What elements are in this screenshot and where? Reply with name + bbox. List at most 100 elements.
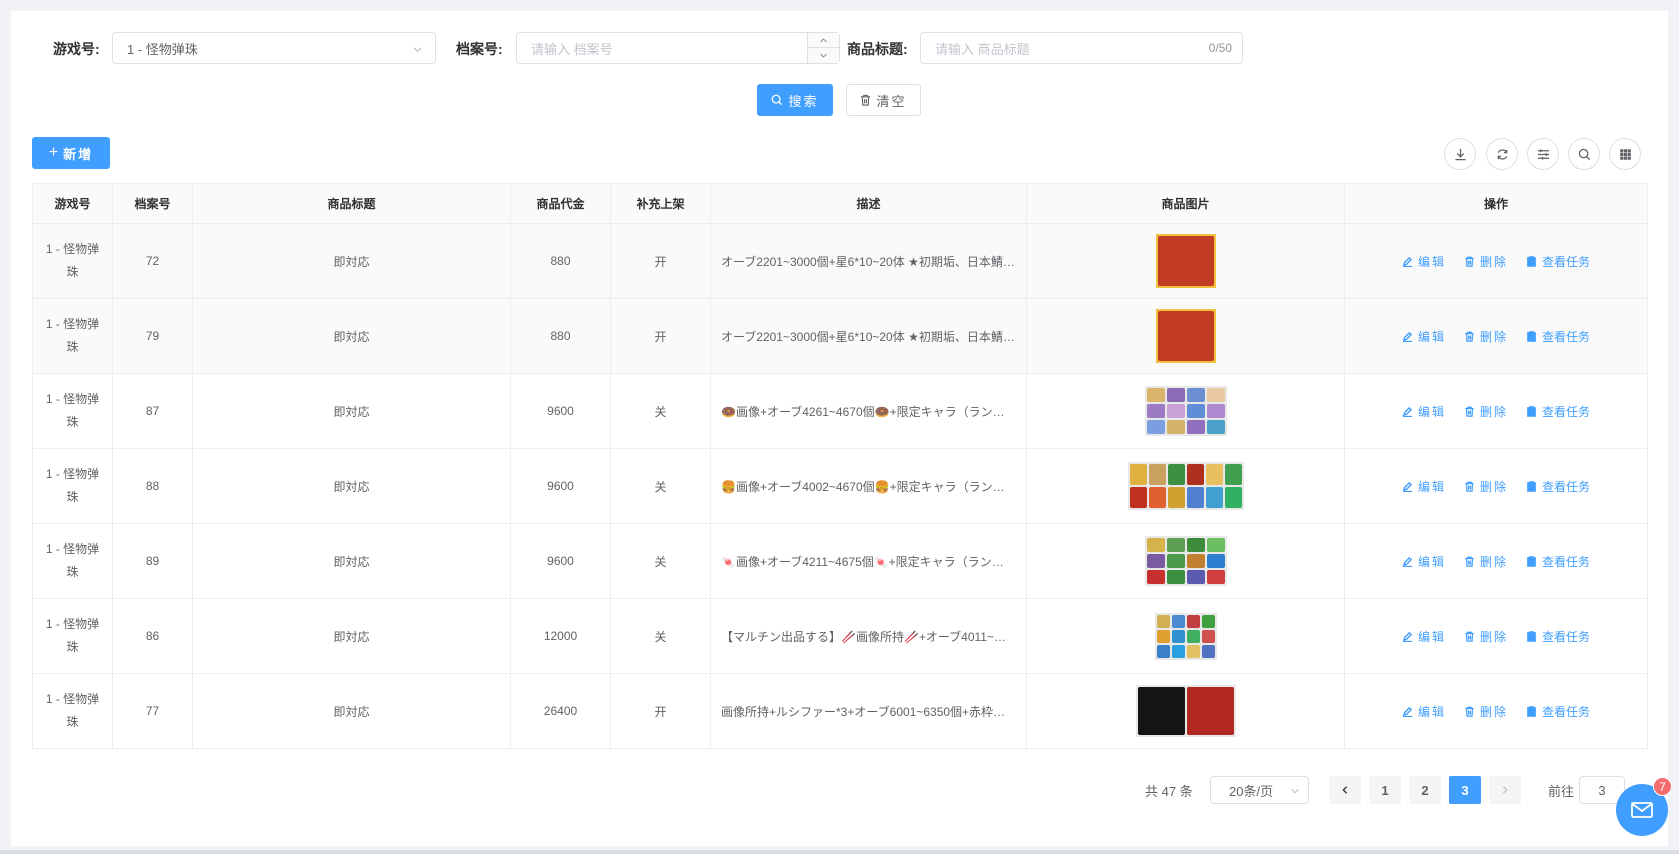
image-tile: [1171, 644, 1185, 658]
column-header-restock[interactable]: 补充上架: [610, 183, 711, 224]
product-image[interactable]: [1154, 612, 1217, 660]
delete-button[interactable]: 删除: [1464, 403, 1508, 420]
column-header-game[interactable]: 游戏号: [32, 183, 113, 224]
stepper-up-button[interactable]: [808, 33, 839, 48]
search-icon: [1578, 148, 1590, 160]
stepper-down-button[interactable]: [808, 48, 839, 62]
title-input[interactable]: 请输入 商品标题 0/50: [920, 32, 1243, 64]
image-tile: [1206, 570, 1225, 584]
view-task-label: 查看任务: [1542, 629, 1591, 644]
image-tile: [1206, 538, 1225, 552]
cell-archive: 86: [112, 598, 193, 674]
delete-button[interactable]: 删除: [1464, 703, 1508, 720]
columns-button[interactable]: [1609, 138, 1641, 170]
cell-archive: 89: [112, 523, 193, 599]
download-button[interactable]: [1444, 138, 1476, 170]
delete-button[interactable]: 删除: [1464, 628, 1508, 645]
column-header-image[interactable]: 商品图片: [1026, 183, 1345, 224]
view-task-button[interactable]: 查看任务: [1526, 253, 1590, 270]
view-task-button[interactable]: 查看任务: [1526, 403, 1590, 420]
add-button[interactable]: + 新增: [32, 137, 110, 169]
clipboard-icon: [1527, 255, 1536, 267]
edit-icon: [1402, 406, 1413, 417]
edit-button[interactable]: 编辑: [1402, 253, 1446, 270]
table-search-button[interactable]: [1568, 138, 1600, 170]
page-button-2[interactable]: 2: [1409, 776, 1441, 804]
game-name: 1 - 怪物弹珠: [45, 542, 100, 579]
column-header-title[interactable]: 商品标题: [192, 183, 511, 224]
product-image[interactable]: [1127, 462, 1244, 510]
image-tile: [1166, 554, 1185, 568]
prev-page-button[interactable]: [1329, 776, 1361, 804]
image-tile: [1156, 629, 1170, 643]
clear-button[interactable]: 清空: [846, 84, 921, 116]
column-header-actions[interactable]: 操作: [1344, 183, 1648, 224]
edit-button[interactable]: 编辑: [1402, 703, 1446, 720]
product-image[interactable]: [1144, 386, 1227, 436]
view-task-label: 查看任务: [1542, 554, 1591, 569]
cell-price: 880: [510, 298, 611, 374]
cell-price: 9600: [510, 523, 611, 599]
clipboard-icon: [1527, 480, 1536, 492]
cell-image: [1026, 298, 1345, 374]
edit-icon: [1402, 706, 1413, 717]
cell-image: [1026, 523, 1345, 599]
cell-game: 1 - 怪物弹珠: [32, 523, 113, 599]
description-text: 画像所持+ルシファー*3+オーブ6001~6350個+赤枠…: [721, 704, 1006, 719]
cell-description: 【マルチン出品する】🥢画像所持🥢+オーブ4011~…: [710, 598, 1027, 674]
trash-icon: [1465, 556, 1474, 567]
columns-grid-icon: [1619, 148, 1631, 160]
view-task-button[interactable]: 查看任务: [1526, 328, 1590, 345]
edit-button[interactable]: 编辑: [1402, 403, 1446, 420]
chevron-left-icon: [1342, 786, 1348, 794]
product-image[interactable]: [1155, 234, 1216, 288]
page-size-select[interactable]: 20条/页: [1210, 776, 1309, 804]
delete-button[interactable]: 删除: [1464, 253, 1508, 270]
edit-button[interactable]: 编辑: [1402, 628, 1446, 645]
delete-button[interactable]: 删除: [1464, 478, 1508, 495]
delete-label: 删除: [1479, 329, 1508, 344]
view-task-button[interactable]: 查看任务: [1526, 478, 1590, 495]
delete-label: 删除: [1479, 629, 1508, 644]
image-tile: [1186, 687, 1234, 735]
page-button-1[interactable]: 1: [1369, 776, 1401, 804]
image-tile: [1186, 487, 1204, 508]
chevron-down-icon: [1291, 788, 1299, 794]
view-task-label: 查看任务: [1542, 329, 1591, 344]
product-image[interactable]: [1144, 536, 1227, 586]
clipboard-icon: [1527, 630, 1536, 642]
column-header-archive[interactable]: 档案号: [112, 183, 193, 224]
next-page-button[interactable]: [1489, 776, 1521, 804]
clipboard-icon: [1527, 405, 1536, 417]
refresh-button[interactable]: [1486, 138, 1518, 170]
clipboard-icon: [1527, 555, 1536, 567]
archive-filter-label: 档案号:: [456, 41, 503, 57]
filter-settings-button[interactable]: [1527, 138, 1559, 170]
product-image[interactable]: [1135, 685, 1236, 737]
edit-button[interactable]: 编辑: [1402, 478, 1446, 495]
cell-game: 1 - 怪物弹珠: [32, 373, 113, 449]
cell-title: 即対応: [192, 223, 511, 299]
archive-number-input[interactable]: 请输入 档案号: [516, 32, 840, 64]
column-header-description[interactable]: 描述: [710, 183, 1027, 224]
delete-button[interactable]: 删除: [1464, 553, 1508, 570]
view-task-button[interactable]: 查看任务: [1526, 553, 1590, 570]
edit-button[interactable]: 编辑: [1402, 553, 1446, 570]
image-tile: [1186, 614, 1200, 628]
delete-button[interactable]: 删除: [1464, 328, 1508, 345]
title-char-counter: 0/50: [1208, 41, 1232, 55]
view-task-button[interactable]: 查看任务: [1526, 628, 1590, 645]
search-button[interactable]: 搜索: [757, 84, 833, 116]
image-tile: [1146, 570, 1165, 584]
game-select[interactable]: 1 - 怪物弹珠: [112, 32, 436, 64]
image-tile: [1186, 464, 1204, 485]
description-text: 🍔画像+オーブ4002~4670個🍔+限定キャラ（ラン…: [721, 479, 1005, 494]
view-task-button[interactable]: 查看任务: [1526, 703, 1590, 720]
edit-label: 编辑: [1417, 254, 1446, 269]
description-text: オーブ2201~3000個+星6*10~20体 ★初期垢、日本鯖…: [721, 329, 1015, 344]
image-tile: [1206, 554, 1225, 568]
page-button-3[interactable]: 3: [1449, 776, 1481, 804]
product-image[interactable]: [1155, 309, 1216, 363]
column-header-price[interactable]: 商品代金: [510, 183, 611, 224]
edit-button[interactable]: 编辑: [1402, 328, 1446, 345]
